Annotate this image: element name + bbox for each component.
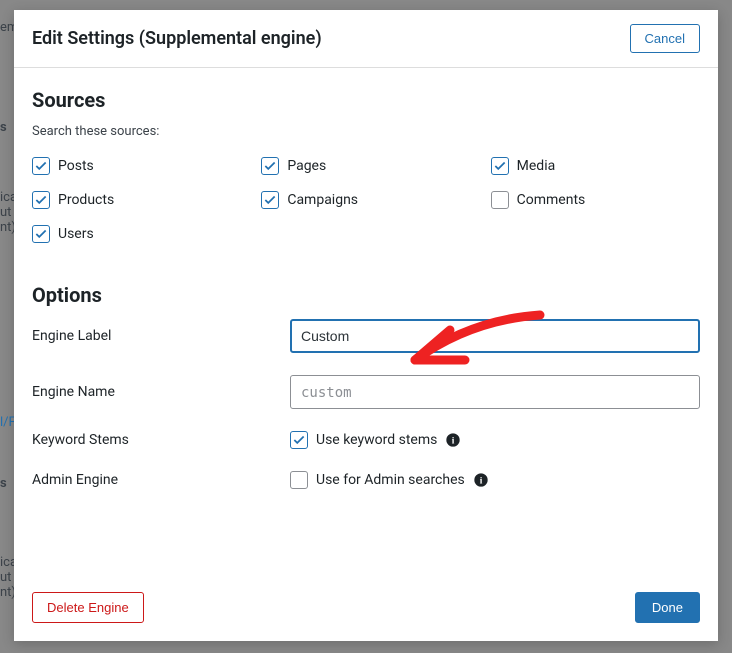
engine-name-input[interactable]	[290, 375, 700, 409]
source-campaigns: Campaigns	[261, 191, 470, 209]
sources-title: Sources	[32, 88, 700, 112]
svg-text:i: i	[479, 476, 482, 486]
engine-label-input[interactable]	[290, 319, 700, 353]
options-title: Options	[32, 283, 700, 307]
label-use-admin-searches: Use for Admin searches	[316, 472, 465, 488]
done-button[interactable]: Done	[635, 592, 700, 623]
edit-settings-modal: Edit Settings (Supplemental engine) Canc…	[14, 10, 718, 641]
label-media: Media	[517, 158, 556, 174]
label-admin-engine: Admin Engine	[32, 472, 290, 488]
checkbox-keyword-stems[interactable]	[290, 431, 308, 449]
modal-body: Sources Search these sources: Posts Page…	[14, 68, 718, 582]
check-icon	[493, 159, 507, 173]
cancel-button[interactable]: Cancel	[630, 24, 700, 53]
row-engine-label: Engine Label	[32, 319, 700, 353]
sources-subtitle: Search these sources:	[32, 124, 700, 139]
info-icon[interactable]: i	[473, 472, 489, 488]
checkbox-admin-engine[interactable]	[290, 471, 308, 489]
check-icon	[34, 159, 48, 173]
source-posts: Posts	[32, 157, 241, 175]
check-icon	[34, 193, 48, 207]
modal-title: Edit Settings (Supplemental engine)	[32, 28, 322, 49]
svg-text:i: i	[452, 436, 455, 446]
label-keyword-stems: Keyword Stems	[32, 432, 290, 448]
check-icon	[34, 227, 48, 241]
label-engine-label: Engine Label	[32, 328, 290, 344]
label-users: Users	[58, 226, 94, 242]
source-media: Media	[491, 157, 700, 175]
row-engine-name: Engine Name	[32, 375, 700, 409]
delete-engine-button[interactable]: Delete Engine	[32, 592, 144, 623]
options-section: Options Engine Label Engine Name Keyword…	[32, 283, 700, 489]
label-campaigns: Campaigns	[287, 192, 358, 208]
checkbox-products[interactable]	[32, 191, 50, 209]
modal-header: Edit Settings (Supplemental engine) Canc…	[14, 10, 718, 68]
source-products: Products	[32, 191, 241, 209]
label-posts: Posts	[58, 158, 94, 174]
sources-grid: Posts Pages Media Products	[32, 157, 700, 243]
modal-footer: Delete Engine Done	[14, 582, 718, 641]
label-use-keyword-stems: Use keyword stems	[316, 432, 437, 448]
check-icon	[263, 159, 277, 173]
checkbox-campaigns[interactable]	[261, 191, 279, 209]
checkbox-pages[interactable]	[261, 157, 279, 175]
check-icon	[292, 433, 306, 447]
label-engine-name: Engine Name	[32, 384, 290, 400]
checkbox-comments[interactable]	[491, 191, 509, 209]
label-comments: Comments	[517, 192, 586, 208]
checkbox-users[interactable]	[32, 225, 50, 243]
info-icon[interactable]: i	[445, 432, 461, 448]
checkbox-media[interactable]	[491, 157, 509, 175]
check-icon	[263, 193, 277, 207]
label-products: Products	[58, 192, 114, 208]
source-users: Users	[32, 225, 241, 243]
label-pages: Pages	[287, 158, 326, 174]
source-pages: Pages	[261, 157, 470, 175]
row-admin-engine: Admin Engine Use for Admin searches i	[32, 471, 700, 489]
checkbox-posts[interactable]	[32, 157, 50, 175]
source-comments: Comments	[491, 191, 700, 209]
row-keyword-stems: Keyword Stems Use keyword stems i	[32, 431, 700, 449]
